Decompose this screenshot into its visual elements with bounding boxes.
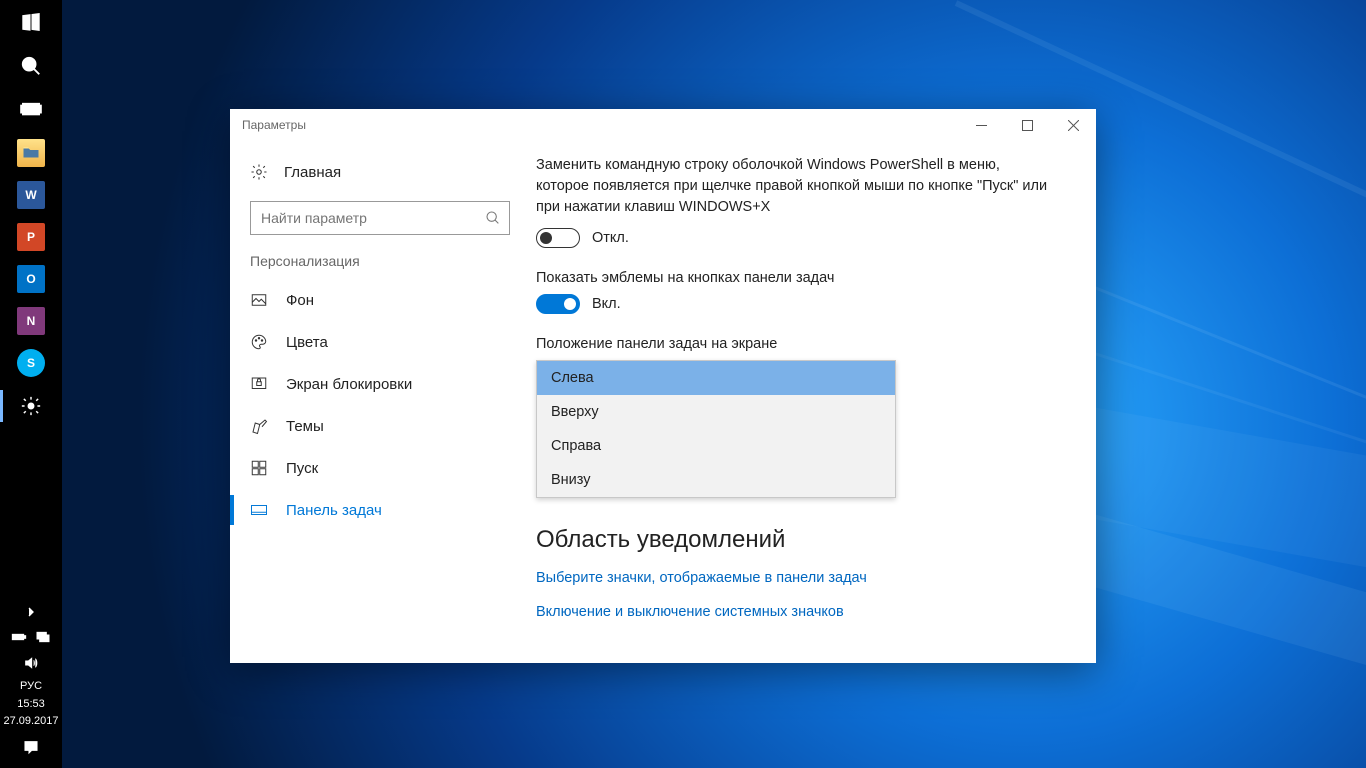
task-view-icon xyxy=(20,99,42,121)
taskbar-app-outlook[interactable]: O xyxy=(0,258,62,300)
dropdown-option-right[interactable]: Справа xyxy=(537,429,895,463)
settings-search[interactable] xyxy=(250,201,510,235)
palette-icon xyxy=(250,333,268,351)
settings-content: Заменить командную строку оболочкой Wind… xyxy=(530,141,1096,663)
nav-themes[interactable]: Темы xyxy=(230,405,530,447)
settings-search-input[interactable] xyxy=(261,210,485,226)
start-button[interactable] xyxy=(0,0,62,44)
nav-home-label: Главная xyxy=(284,164,341,181)
window-minimize-button[interactable] xyxy=(958,109,1004,141)
nav-background[interactable]: Фон xyxy=(230,279,530,321)
outlook-icon: O xyxy=(17,265,45,293)
dropdown-option-top[interactable]: Вверху xyxy=(537,395,895,429)
tray-date[interactable]: 27.09.2017 xyxy=(3,713,58,730)
settings-window: Параметры Главная Персонализация Фон xyxy=(230,109,1096,663)
search-icon xyxy=(485,210,501,226)
tray-time[interactable]: 15:53 xyxy=(17,696,45,713)
nav-start[interactable]: Пуск xyxy=(230,447,530,489)
tray-battery-icon[interactable] xyxy=(11,629,27,650)
taskbar-app-file-explorer[interactable] xyxy=(0,132,62,174)
toggle-badges[interactable] xyxy=(536,294,580,314)
dropdown-option-left[interactable]: Слева xyxy=(537,361,895,395)
close-icon xyxy=(1068,120,1079,131)
taskbar-app-onenote[interactable]: N xyxy=(0,300,62,342)
lockscreen-icon xyxy=(250,375,268,393)
onenote-icon: N xyxy=(17,307,45,335)
nav-label: Цвета xyxy=(286,334,328,351)
nav-label: Фон xyxy=(286,292,314,309)
nav-label: Панель задач xyxy=(286,502,382,519)
toggle-badges-state: Вкл. xyxy=(592,296,621,312)
chevron-right-icon xyxy=(23,604,39,620)
skype-icon: S xyxy=(17,349,45,377)
picture-icon xyxy=(250,291,268,309)
tray-volume-icon[interactable] xyxy=(23,655,39,676)
task-view-button[interactable] xyxy=(0,88,62,132)
setting-badges-label: Показать эмблемы на кнопках панели задач xyxy=(536,270,1066,286)
window-titlebar[interactable]: Параметры xyxy=(230,109,1096,141)
dropdown-option-bottom[interactable]: Внизу xyxy=(537,463,895,497)
nav-label: Экран блокировки xyxy=(286,376,412,393)
toggle-powershell[interactable] xyxy=(536,228,580,248)
nav-taskbar[interactable]: Панель задач xyxy=(230,489,530,531)
link-system-icons[interactable]: Включение и выключение системных значков xyxy=(536,604,1066,620)
taskbar-app-word[interactable]: W xyxy=(0,174,62,216)
window-title: Параметры xyxy=(242,118,958,132)
taskbar-app-skype[interactable]: S xyxy=(0,342,62,384)
gear-icon xyxy=(250,163,268,181)
window-close-button[interactable] xyxy=(1050,109,1096,141)
nav-lockscreen[interactable]: Экран блокировки xyxy=(230,363,530,405)
tray-overflow-button[interactable] xyxy=(0,598,62,626)
action-center-button[interactable] xyxy=(0,730,62,764)
notification-area-header: Область уведомлений xyxy=(536,526,1066,554)
taskbar: W P O N S РУС 15:53 27.09.2017 xyxy=(0,0,62,768)
system-tray: РУС 15:53 27.09.2017 xyxy=(0,598,62,768)
taskbar-icon xyxy=(250,501,268,519)
link-select-taskbar-icons[interactable]: Выберите значки, отображаемые в панели з… xyxy=(536,570,1066,586)
windows-logo-icon xyxy=(20,11,42,33)
start-tiles-icon xyxy=(250,459,268,477)
setting-powershell-desc: Заменить командную строку оболочкой Wind… xyxy=(536,155,1056,218)
nav-colors[interactable]: Цвета xyxy=(230,321,530,363)
taskbar-app-settings[interactable] xyxy=(0,384,62,428)
maximize-icon xyxy=(1022,120,1033,131)
nav-home[interactable]: Главная xyxy=(230,153,530,191)
nav-label: Пуск xyxy=(286,460,318,477)
sidebar-section-label: Персонализация xyxy=(230,253,530,279)
word-icon: W xyxy=(17,181,45,209)
notification-icon xyxy=(23,739,39,755)
taskbar-app-powerpoint[interactable]: P xyxy=(0,216,62,258)
powerpoint-icon: P xyxy=(17,223,45,251)
toggle-powershell-state: Откл. xyxy=(592,230,629,246)
minimize-icon xyxy=(976,120,987,131)
search-button[interactable] xyxy=(0,44,62,88)
file-explorer-icon xyxy=(17,139,45,167)
gear-icon xyxy=(20,395,42,417)
themes-icon xyxy=(250,417,268,435)
nav-label: Темы xyxy=(286,418,324,435)
search-icon xyxy=(20,55,42,77)
tray-language[interactable]: РУС xyxy=(20,678,42,695)
tray-network-icon[interactable] xyxy=(35,629,51,650)
setting-position-label: Положение панели задач на экране xyxy=(536,336,1066,352)
taskbar-position-dropdown[interactable]: Слева Вверху Справа Внизу xyxy=(536,360,896,498)
settings-sidebar: Главная Персонализация Фон Цвета Экран б… xyxy=(230,141,530,663)
window-maximize-button[interactable] xyxy=(1004,109,1050,141)
